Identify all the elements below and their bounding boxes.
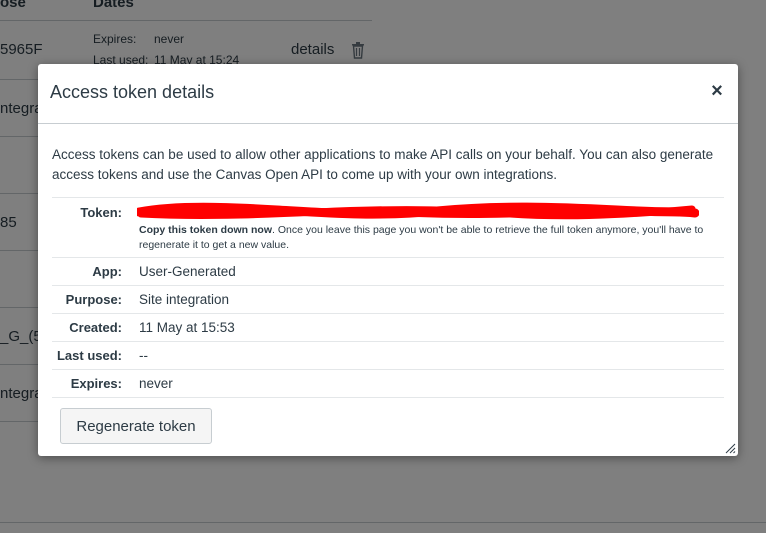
purpose-label: Purpose: (65, 292, 122, 307)
purpose-value: Site integration (139, 292, 230, 307)
close-button[interactable]: × (708, 81, 726, 101)
access-token-dialog: Access token details × Access tokens can… (38, 64, 738, 456)
dialog-header: Access token details × (38, 64, 738, 124)
token-details-list: Token: Copy this token down now. Once yo… (52, 197, 724, 398)
created-row: Created: 11 May at 15:53 (52, 314, 724, 342)
token-warning-strong: Copy this token down now (139, 224, 272, 236)
last-used-label: Last used: (56, 348, 122, 363)
last-used-value: -- (139, 348, 148, 363)
app-value: User-Generated (139, 264, 236, 279)
dialog-title: Access token details (50, 82, 215, 102)
regenerate-token-button[interactable]: Regenerate token (60, 408, 212, 444)
redacted-token-scribble (137, 202, 699, 220)
token-copy-warning: Copy this token down now. Once you leave… (139, 223, 719, 253)
resize-handle-icon[interactable] (724, 442, 736, 454)
app-row: App: User-Generated (52, 258, 724, 286)
intro-text: Access tokens can be used to allow other… (52, 147, 714, 182)
token-row: Token: Copy this token down now. Once yo… (52, 198, 724, 258)
app-label: App: (92, 264, 122, 279)
expires-value: never (139, 376, 173, 391)
purpose-row: Purpose: Site integration (52, 286, 724, 314)
created-label: Created: (69, 320, 122, 335)
created-value: 11 May at 15:53 (139, 320, 235, 335)
last-used-row: Last used: -- (52, 342, 724, 370)
expires-label: Expires: (70, 376, 122, 391)
expires-row: Expires: never (52, 370, 724, 398)
token-label: Token: (80, 205, 122, 220)
